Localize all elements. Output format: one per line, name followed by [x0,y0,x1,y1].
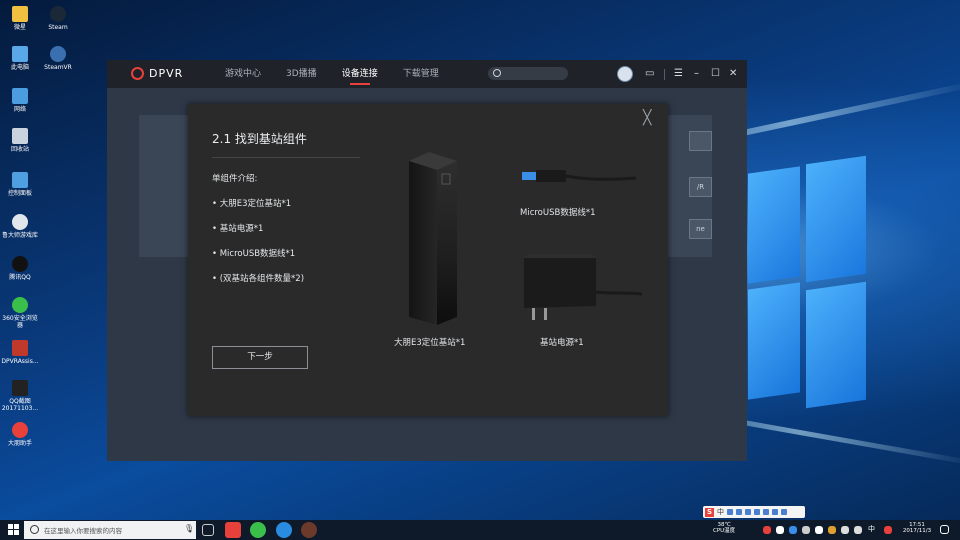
start-button[interactable] [8,524,20,536]
moon-icon [727,509,733,515]
ime-toolbar[interactable]: S 中 [703,506,805,518]
search-icon [493,69,501,77]
sogou-tray-icon[interactable] [884,526,892,534]
desktop-icon-qq-screenshot[interactable]: QQ截图20171103... [0,380,40,412]
desktop-icon-dapeng-assistant[interactable]: 大朋助手 [0,422,40,447]
tray-icon[interactable] [815,526,823,534]
taskbar-search-box[interactable]: 在这里输入你要搜索的内容 🎙 [24,521,196,539]
background-button[interactable] [689,131,712,151]
desktop-icon-steamvr[interactable]: SteamVR [38,46,78,71]
desktop-icon-this-pc[interactable]: 此电脑 [0,46,40,71]
taskbar-search-placeholder: 在这里输入你要搜索的内容 [44,527,122,535]
desktop-icon-qq[interactable]: 腾讯QQ [0,256,40,281]
close-icon[interactable]: ╳ [643,110,651,126]
microphone-icon[interactable]: 🎙 [184,524,194,533]
desktop-icon-recycle-bin[interactable]: 回收站 [0,128,40,153]
desktop-icon-msi[interactable]: 微星 [0,6,40,31]
tab-download-manager[interactable]: 下载管理 [403,60,439,88]
cpu-temperature: 38℃ CPU温度 [713,522,736,534]
dialog-title: 2.1 找到基站组件 [212,132,307,146]
steam-icon [50,6,66,22]
edge-icon[interactable] [276,522,292,538]
divider [664,69,665,80]
folder-icon[interactable]: ▭ [645,67,654,81]
tray-icon[interactable] [763,526,771,534]
power-adapter-image [524,254,643,320]
keyboard-icon [763,509,769,515]
dapeng-icon [12,422,28,438]
setup-dialog: ╳ 2.1 找到基站组件 单组件介绍: • 大朋E3定位基站*1 • 基站电源*… [188,104,668,416]
component-intro-label: 单组件介绍: [212,174,258,184]
tray-icon[interactable] [828,526,836,534]
desktop-icon-steam[interactable]: Steam [38,6,78,31]
tower-caption: 大朋E3定位基站*1 [394,338,466,348]
computer-icon [12,46,28,62]
installer-icon [12,340,28,356]
desktop-icon-control-panel[interactable]: 控制面板 [0,172,40,197]
punctuation-icon [736,509,742,515]
network-icon[interactable] [841,526,849,534]
desktop-icon-ludashi[interactable]: 鲁大师游戏库 [0,214,40,239]
ime-tray-indicator[interactable]: 中 [868,526,875,533]
usb-caption: MicroUSB数据线*1 [520,208,596,218]
background-button[interactable]: ne [689,219,712,239]
next-step-button[interactable]: 下一步 [212,346,308,369]
gamepad-icon [12,214,28,230]
menu-icon[interactable]: ☰ [674,67,683,81]
title-divider [212,157,360,158]
desktop-icon-dpvr-assistant[interactable]: DPVRAssis... [0,340,40,365]
notification-icon[interactable] [940,525,949,534]
recycle-bin-icon [12,128,28,144]
usb-cable-image [522,170,637,182]
maximize-icon[interactable]: ☐ [711,67,720,81]
clock[interactable]: 17:51 2017/11/3 [900,522,934,534]
dpvr-logo-icon [131,67,144,80]
component-item: • MicroUSB数据线*1 [212,249,296,259]
emoji-icon [745,509,751,515]
background-button[interactable]: /R [689,177,712,197]
base-station-image [409,152,457,325]
image-file-icon [12,380,28,396]
component-item: • (双基站各组件数量*2) [212,274,305,284]
skin-icon [772,509,778,515]
title-bar: DPVR 游戏中心 3D播播 设备连接 下载管理 ▭ ☰ – ☐ ✕ [107,60,747,88]
power-caption: 基站电源*1 [540,338,584,348]
tray-icon[interactable] [776,526,784,534]
tray-icon[interactable] [802,526,810,534]
cortana-icon [30,525,39,534]
dpvr-taskbar-icon[interactable] [225,522,241,538]
tray-icon[interactable] [789,526,797,534]
sogou-icon: S [705,507,714,517]
windows-logo-art [748,155,868,410]
browser-360-icon [12,297,28,313]
tools-icon [781,509,787,515]
brand-logo: DPVR [131,67,183,80]
brand-name: DPVR [149,67,184,80]
browser-360-taskbar-icon[interactable] [250,522,266,538]
component-item: • 大朋E3定位基站*1 [212,199,292,209]
tab-device-connection[interactable]: 设备连接 [342,60,378,88]
search-input[interactable] [488,67,568,80]
qq-penguin-icon [12,256,28,272]
volume-icon[interactable] [854,526,862,534]
tab-3d-player[interactable]: 3D播播 [286,60,317,88]
component-item: • 基站电源*1 [212,224,264,234]
control-panel-icon [12,172,28,188]
app-taskbar-icon[interactable] [301,522,317,538]
tab-game-center[interactable]: 游戏中心 [225,60,261,88]
network-icon [12,88,28,104]
steamvr-icon [50,46,66,62]
task-view-icon[interactable] [202,524,214,536]
desktop-icon-network[interactable]: 网络 [0,88,40,113]
minimize-icon[interactable]: – [694,67,699,81]
taskbar: 在这里输入你要搜索的内容 🎙 38℃ CPU温度 中 17:51 2017/11… [0,520,960,540]
desktop-icon-360-browser[interactable]: 360安全浏览器 [0,297,40,329]
user-avatar[interactable] [617,66,633,82]
mic-icon [754,509,760,515]
folder-icon [12,6,28,22]
main-nav: 游戏中心 3D播播 设备连接 下载管理 [225,60,439,88]
close-icon[interactable]: ✕ [729,67,737,81]
ime-mode-label: 中 [717,508,724,516]
